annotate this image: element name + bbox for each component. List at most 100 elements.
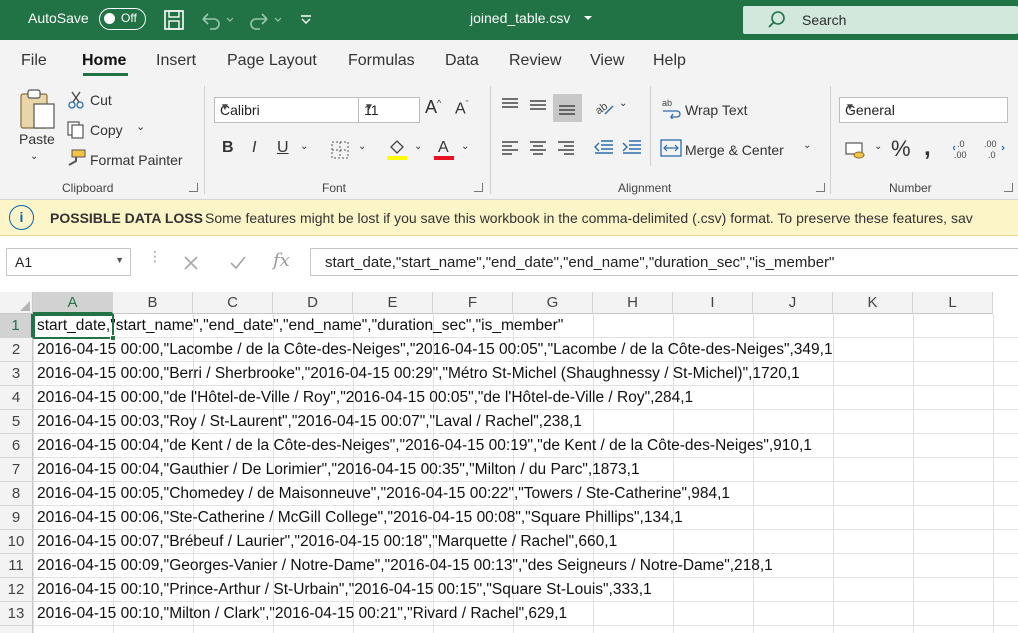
column-header-b[interactable]: B (113, 292, 193, 314)
format-painter-button[interactable]: Format Painter (90, 152, 183, 168)
column-header-d[interactable]: D (273, 292, 353, 314)
underline-dropdown-icon[interactable]: ⌄ (300, 141, 308, 152)
wrap-text-button[interactable]: Wrap Text (685, 102, 748, 118)
fill-color-dropdown-icon[interactable]: ⌄ (414, 141, 422, 152)
align-right-icon[interactable] (556, 140, 576, 156)
tab-file[interactable]: File (21, 52, 47, 70)
font-color-dropdown-icon[interactable]: ⌄ (461, 141, 469, 152)
file-name[interactable]: joined_table.csv (470, 10, 570, 26)
decrease-font-size-icon[interactable]: Aˇ (455, 99, 469, 118)
wrap-text-icon[interactable]: ab (661, 97, 683, 119)
row-header[interactable]: 10 (0, 530, 33, 554)
italic-icon[interactable]: I (252, 139, 256, 157)
table-row[interactable]: 2016-04-15 00:03,"Roy / St-Laurent","201… (37, 410, 582, 434)
customize-toolbar-icon[interactable] (299, 9, 313, 31)
active-cell-selection[interactable] (33, 314, 116, 341)
decrease-decimal-icon[interactable]: .00 .0 (982, 138, 1006, 160)
column-header-j[interactable]: J (753, 292, 833, 314)
table-row[interactable]: 2016-04-15 00:07,"Brébeuf / Laurier","20… (37, 530, 617, 554)
cut-icon[interactable] (68, 91, 84, 109)
table-row[interactable]: 2016-04-15 00:00,"de l'Hôtel-de-Ville / … (37, 386, 693, 410)
bottom-align-button[interactable] (553, 94, 582, 122)
font-size-select[interactable]: 11 ▼ (358, 97, 420, 123)
bold-icon[interactable]: B (222, 139, 234, 157)
orientation-icon[interactable]: ab (593, 96, 615, 118)
row-header[interactable]: 12 (0, 578, 33, 602)
merge-dropdown-icon[interactable]: ⌄ (803, 140, 811, 151)
column-header-l[interactable]: L (913, 292, 993, 314)
row-header[interactable]: 11 (0, 554, 33, 578)
save-icon[interactable] (163, 9, 185, 31)
row-header[interactable]: 4 (0, 386, 33, 410)
accounting-dropdown-icon[interactable]: ⌄ (874, 141, 882, 152)
table-row[interactable]: 2016-04-15 00:00,"Lacombe / de la Côte-d… (37, 338, 833, 362)
increase-font-size-icon[interactable]: A^ (425, 97, 441, 118)
paste-icon[interactable] (18, 88, 58, 132)
number-format-select[interactable]: General ▼ (839, 97, 1008, 123)
underline-icon[interactable]: U (277, 139, 289, 157)
tab-formulas[interactable]: Formulas (348, 52, 415, 70)
copy-button[interactable]: Copy (90, 122, 123, 138)
borders-dropdown-icon[interactable]: ⌄ (358, 141, 366, 152)
percent-style-icon[interactable]: % (891, 136, 911, 162)
number-launcher-icon[interactable] (1004, 183, 1013, 192)
table-row[interactable]: 2016-04-15 00:10,"Milton / Clark","2016-… (37, 602, 567, 626)
tab-home[interactable]: Home (82, 52, 126, 70)
middle-align-icon[interactable] (528, 97, 548, 113)
tab-page-layout[interactable]: Page Layout (227, 52, 317, 70)
tab-help[interactable]: Help (653, 52, 686, 70)
column-header-e[interactable]: E (353, 292, 433, 314)
cancel-icon[interactable] (183, 255, 199, 271)
font-name-select[interactable]: Calibri ▼ (214, 97, 359, 123)
table-row[interactable]: 2016-04-15 00:10,"Prince-Arthur / St-Urb… (37, 578, 652, 602)
paste-dropdown-icon[interactable]: ⌄ (30, 151, 38, 162)
formula-input[interactable]: start_date,"start_name","end_date","end_… (310, 248, 1018, 276)
cut-button[interactable]: Cut (90, 92, 112, 108)
formula-bar-resize-handle[interactable]: ⋮ (148, 249, 162, 263)
copy-dropdown-icon[interactable]: ⌄ (136, 120, 145, 133)
table-row[interactable]: 2016-04-15 00:09,"Georges-Vanier / Notre… (37, 554, 773, 578)
row-header[interactable]: 13 (0, 602, 33, 626)
column-header-f[interactable]: F (433, 292, 513, 314)
decrease-indent-icon[interactable] (593, 139, 615, 157)
autosave-toggle[interactable]: Off (99, 8, 146, 30)
column-header-a[interactable]: A (33, 292, 113, 314)
format-painter-icon[interactable] (66, 149, 86, 167)
paste-button[interactable]: Paste (19, 131, 55, 147)
table-row[interactable]: 2016-04-15 00:05,"Chomedey / de Maisonne… (37, 482, 730, 506)
table-row[interactable]: 2016-04-15 00:06,"Ste-Catherine / McGill… (37, 506, 683, 530)
tab-review[interactable]: Review (509, 52, 561, 70)
tab-insert[interactable]: Insert (156, 52, 196, 70)
row-header[interactable]: 7 (0, 458, 33, 482)
increase-decimal-icon[interactable]: .0 .00 (953, 138, 977, 160)
copy-icon[interactable] (66, 120, 86, 140)
clipboard-launcher-icon[interactable] (189, 183, 198, 192)
column-header-g[interactable]: G (513, 292, 593, 314)
borders-icon[interactable] (330, 140, 350, 160)
accounting-format-icon[interactable] (845, 139, 869, 161)
worksheet-grid[interactable]: A B C D E F G H I J K L 1 start_date,"start_name","en… (0, 292, 1018, 633)
fill-handle[interactable] (110, 335, 116, 341)
row-header[interactable]: 2 (0, 338, 33, 362)
redo-icon[interactable] (247, 9, 287, 31)
fill-color-icon[interactable] (386, 137, 408, 161)
name-box[interactable]: A1 ▼ (6, 248, 131, 276)
column-header-h[interactable]: H (593, 292, 673, 314)
column-header-i[interactable]: I (673, 292, 753, 314)
merge-center-icon[interactable] (660, 138, 682, 158)
font-launcher-icon[interactable] (474, 183, 483, 192)
comma-style-icon[interactable]: , (924, 134, 931, 162)
filename-dropdown-icon[interactable] (582, 12, 594, 24)
font-color-icon[interactable]: A (433, 137, 455, 161)
row-header[interactable]: 8 (0, 482, 33, 506)
row-header[interactable]: 6 (0, 434, 33, 458)
search-box[interactable]: Search (743, 6, 1018, 34)
tab-view[interactable]: View (590, 52, 624, 70)
row-header[interactable] (0, 626, 33, 633)
table-row[interactable]: 2016-04-15 00:04,"de Kent / de la Côte-d… (37, 434, 812, 458)
increase-indent-icon[interactable] (621, 139, 643, 157)
column-header-c[interactable]: C (193, 292, 273, 314)
row-header[interactable]: 5 (0, 410, 33, 434)
row-header[interactable]: 3 (0, 362, 33, 386)
merge-center-button[interactable]: Merge & Center (685, 142, 784, 158)
